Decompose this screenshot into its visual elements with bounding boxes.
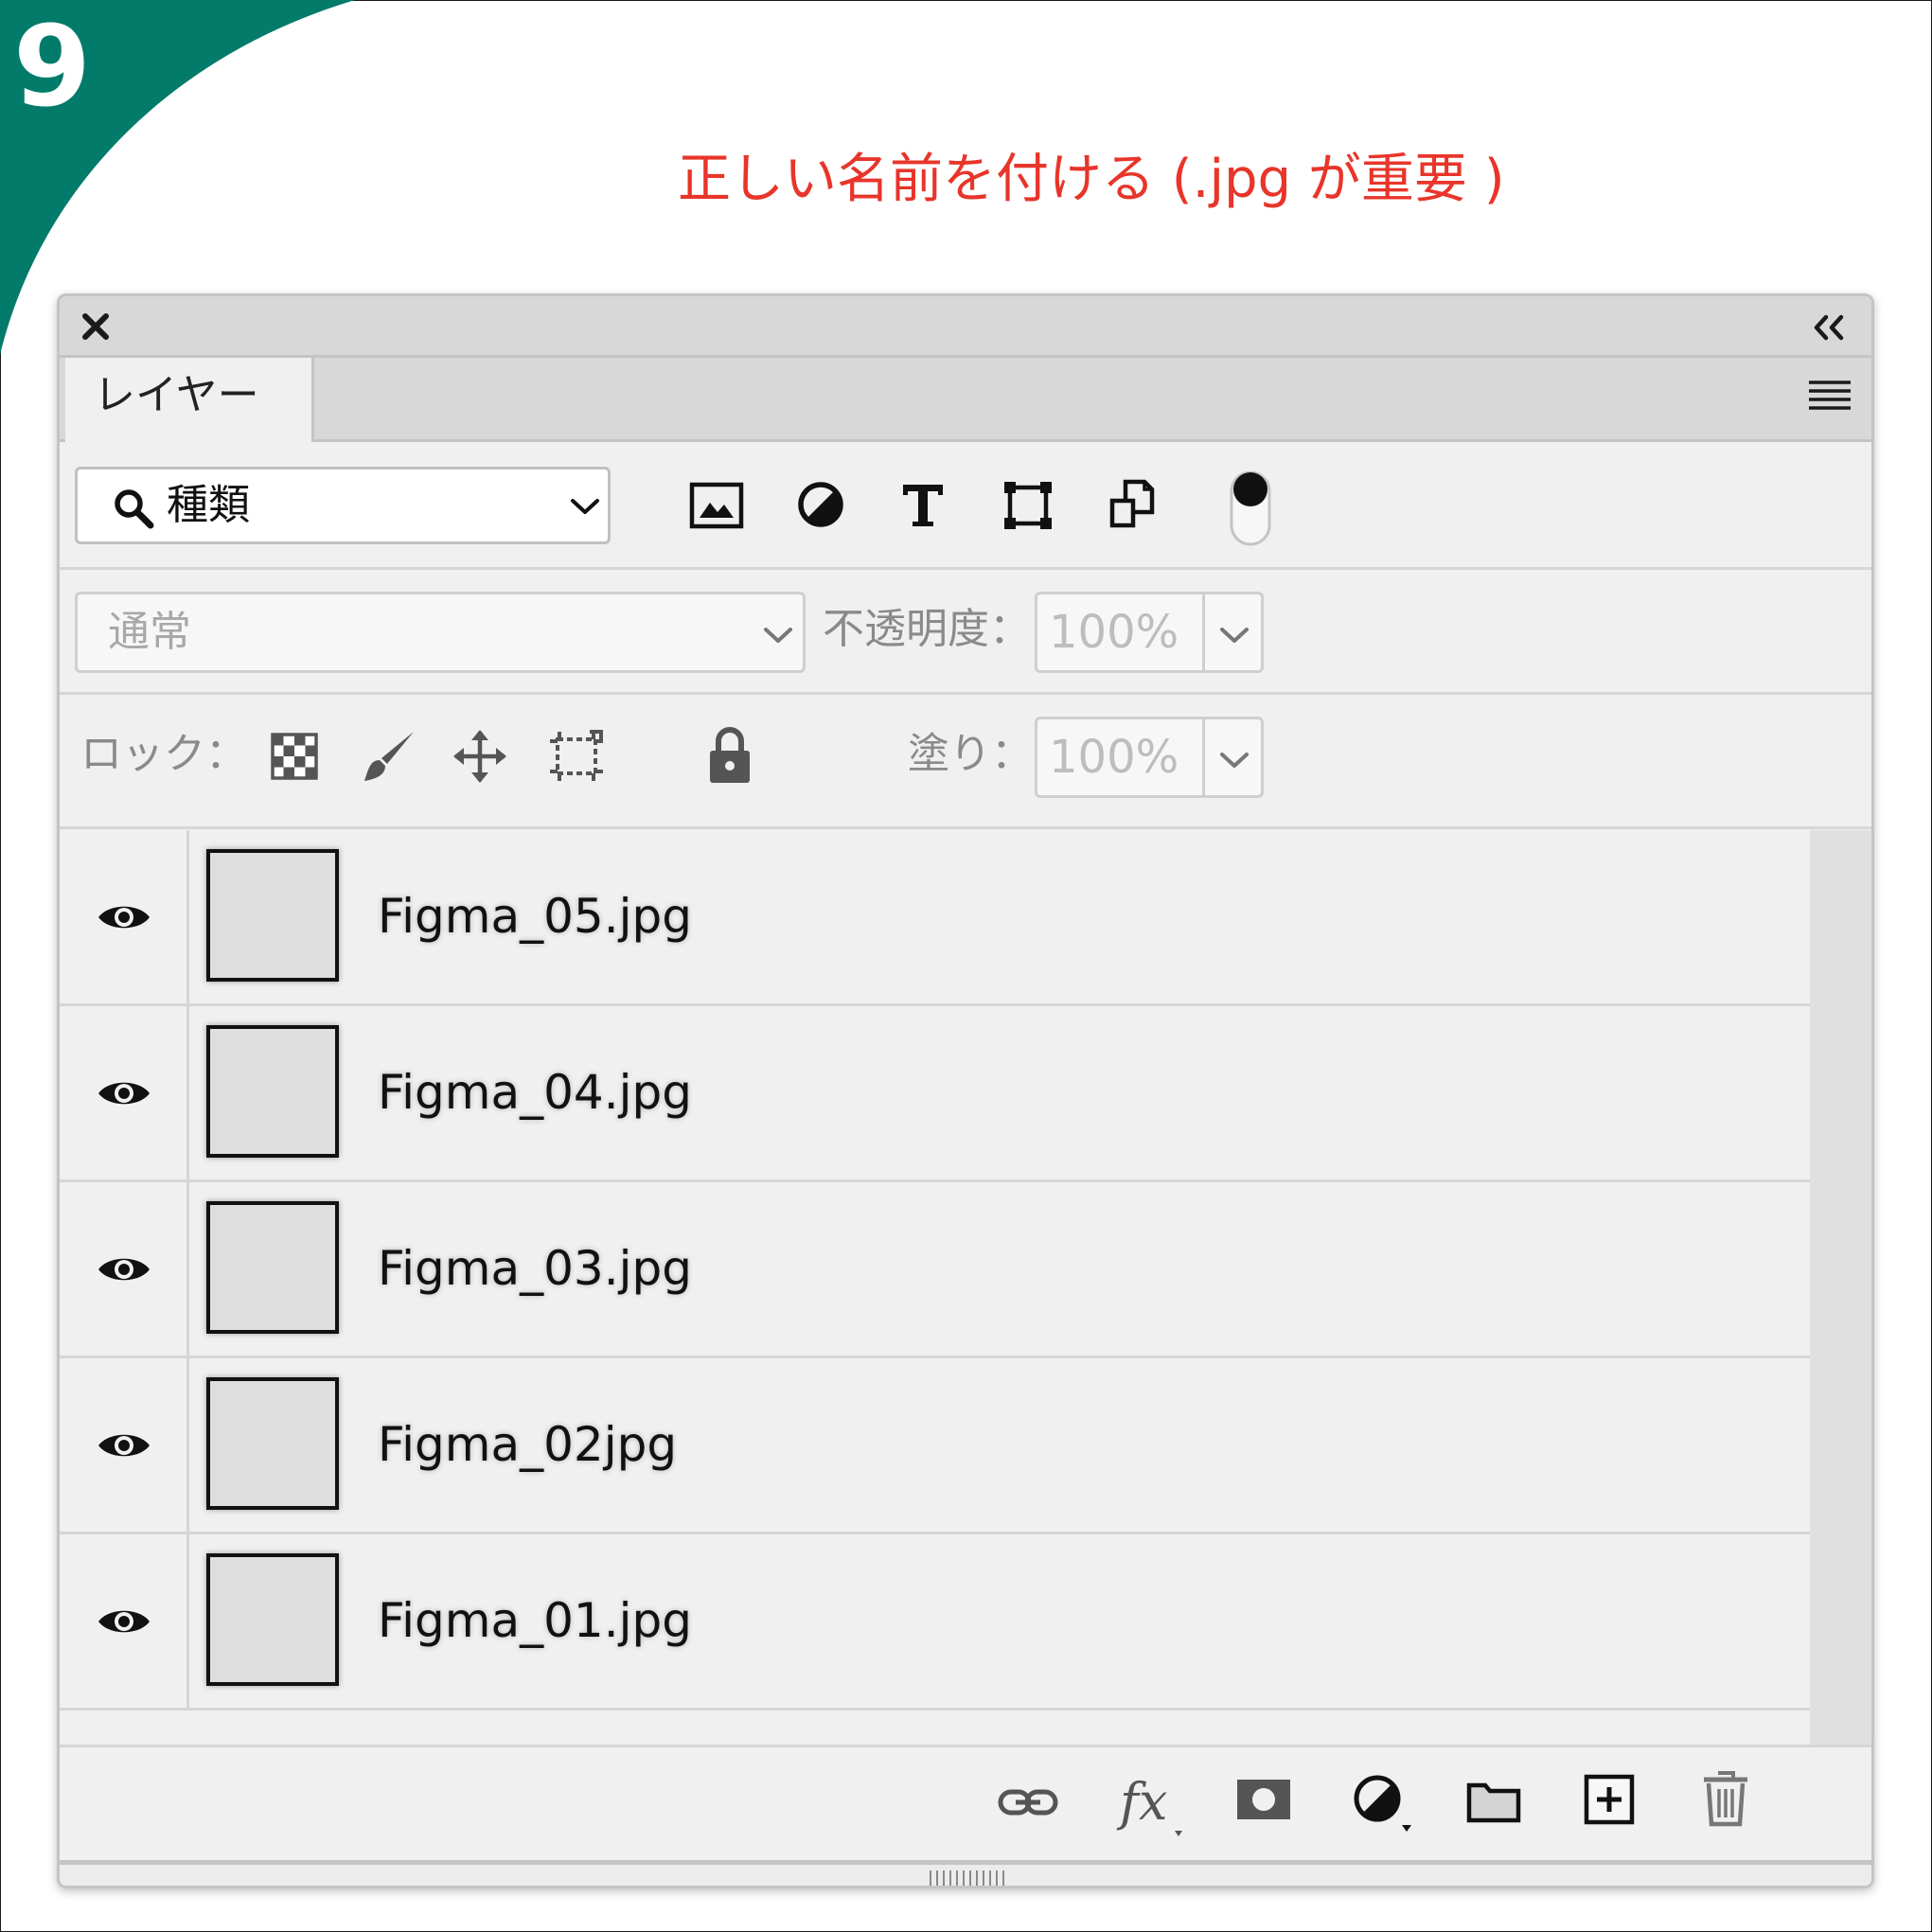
lock-all-icon[interactable] <box>707 726 753 785</box>
mask-icon[interactable] <box>1235 1778 1292 1821</box>
layer-name[interactable]: Figma_05.jpg <box>378 830 692 1003</box>
eye-icon[interactable] <box>96 1428 152 1462</box>
lock-artboard-icon[interactable] <box>546 728 607 785</box>
divider <box>1202 719 1205 795</box>
opacity-label: 不透明度： <box>823 605 1031 653</box>
layer-row[interactable]: Figma_04.jpg <box>60 1006 1810 1182</box>
fill-value: 100% <box>1049 731 1179 784</box>
new-layer-icon[interactable] <box>1584 1774 1635 1825</box>
chevron-down-icon[interactable] <box>1219 750 1250 771</box>
grip-icon <box>930 1870 1004 1886</box>
eye-icon[interactable] <box>96 1076 152 1110</box>
scrollbar-track[interactable] <box>1810 830 1871 1752</box>
layer-visibility-cell[interactable] <box>60 1182 189 1356</box>
shape-layer-filter-icon[interactable] <box>1002 480 1054 531</box>
fill-label: 塗り： <box>908 730 1033 778</box>
fill-field[interactable]: 100% <box>1035 717 1264 798</box>
trash-icon[interactable] <box>1701 1770 1750 1827</box>
layer-thumbnail <box>206 1553 339 1686</box>
filter-toggle-switch[interactable] <box>1228 469 1273 548</box>
separator <box>60 826 1871 829</box>
layer-visibility-cell[interactable] <box>60 1006 189 1179</box>
layer-name[interactable]: Figma_02jpg <box>378 1358 677 1532</box>
panel-bottom-toolbar: fx <box>60 1745 1871 1863</box>
panel-menu-icon[interactable] <box>1807 377 1852 415</box>
step-number: 9 <box>13 1 92 132</box>
eye-icon[interactable] <box>96 1604 152 1639</box>
type-layer-filter-icon[interactable] <box>900 482 946 529</box>
fx-icon[interactable]: fx <box>1116 1768 1192 1838</box>
layer-thumbnail <box>206 1377 339 1510</box>
blend-mode-select[interactable]: 通常 <box>75 592 806 673</box>
eye-icon[interactable] <box>96 1252 152 1286</box>
layer-visibility-cell[interactable] <box>60 1358 189 1532</box>
tab-layers[interactable]: レイヤー <box>65 358 314 442</box>
layer-visibility-cell[interactable] <box>60 1534 189 1708</box>
layer-thumbnail <box>206 1025 339 1158</box>
lock-transparent-pixels-icon[interactable] <box>270 732 319 781</box>
filter-kind-select[interactable]: 種類 <box>75 467 611 544</box>
separator <box>60 692 1871 695</box>
layer-row[interactable]: Figma_05.jpg <box>60 830 1810 1006</box>
search-icon <box>115 489 154 529</box>
caption: 正しい名前を付ける (.jpg が重要 ) <box>678 149 1505 210</box>
layer-thumbnail <box>206 1201 339 1334</box>
chevron-down-icon <box>571 499 599 514</box>
smart-object-filter-icon[interactable] <box>1108 478 1156 531</box>
close-icon[interactable] <box>80 311 111 342</box>
pixel-layer-filter-icon[interactable] <box>689 482 744 529</box>
separator <box>60 567 1871 570</box>
layer-row[interactable]: Figma_01.jpg <box>60 1534 1810 1710</box>
layer-name[interactable]: Figma_01.jpg <box>378 1534 692 1708</box>
filter-kind-label: 種類 <box>167 481 250 529</box>
layers-panel: レイヤー 種類 通常 不透明度： 100% ロック： 塗り： 100% Figm… <box>57 293 1874 1888</box>
svg-text:fx: fx <box>1116 1772 1167 1832</box>
layer-name[interactable]: Figma_04.jpg <box>378 1006 692 1179</box>
lock-label: ロック： <box>80 730 247 778</box>
collapse-double-chevron-icon[interactable] <box>1811 313 1849 342</box>
layer-row[interactable]: Figma_03.jpg <box>60 1182 1810 1358</box>
layer-row[interactable]: Figma_02jpg <box>60 1358 1810 1534</box>
folder-icon[interactable] <box>1466 1778 1521 1823</box>
adjustment-icon[interactable] <box>1351 1772 1417 1835</box>
divider <box>1202 594 1205 670</box>
link-icon[interactable] <box>997 1783 1059 1821</box>
blend-mode-label: 通常 <box>108 608 191 656</box>
opacity-value: 100% <box>1049 606 1179 659</box>
panel-tab-row: レイヤー <box>60 358 1871 442</box>
layer-name[interactable]: Figma_03.jpg <box>378 1182 692 1356</box>
opacity-field[interactable]: 100% <box>1035 592 1264 673</box>
layer-thumbnail <box>206 849 339 982</box>
layer-visibility-cell[interactable] <box>60 830 189 1003</box>
chevron-down-icon <box>764 628 792 643</box>
adjustment-layer-filter-icon[interactable] <box>796 480 845 529</box>
lock-image-pixels-brush-icon[interactable] <box>361 728 417 785</box>
chevron-down-icon[interactable] <box>1219 625 1250 646</box>
lock-position-move-icon[interactable] <box>452 728 508 785</box>
panel-resize-handle[interactable] <box>60 1860 1871 1886</box>
panel-title-bar <box>60 296 1871 358</box>
eye-icon[interactable] <box>96 900 152 934</box>
